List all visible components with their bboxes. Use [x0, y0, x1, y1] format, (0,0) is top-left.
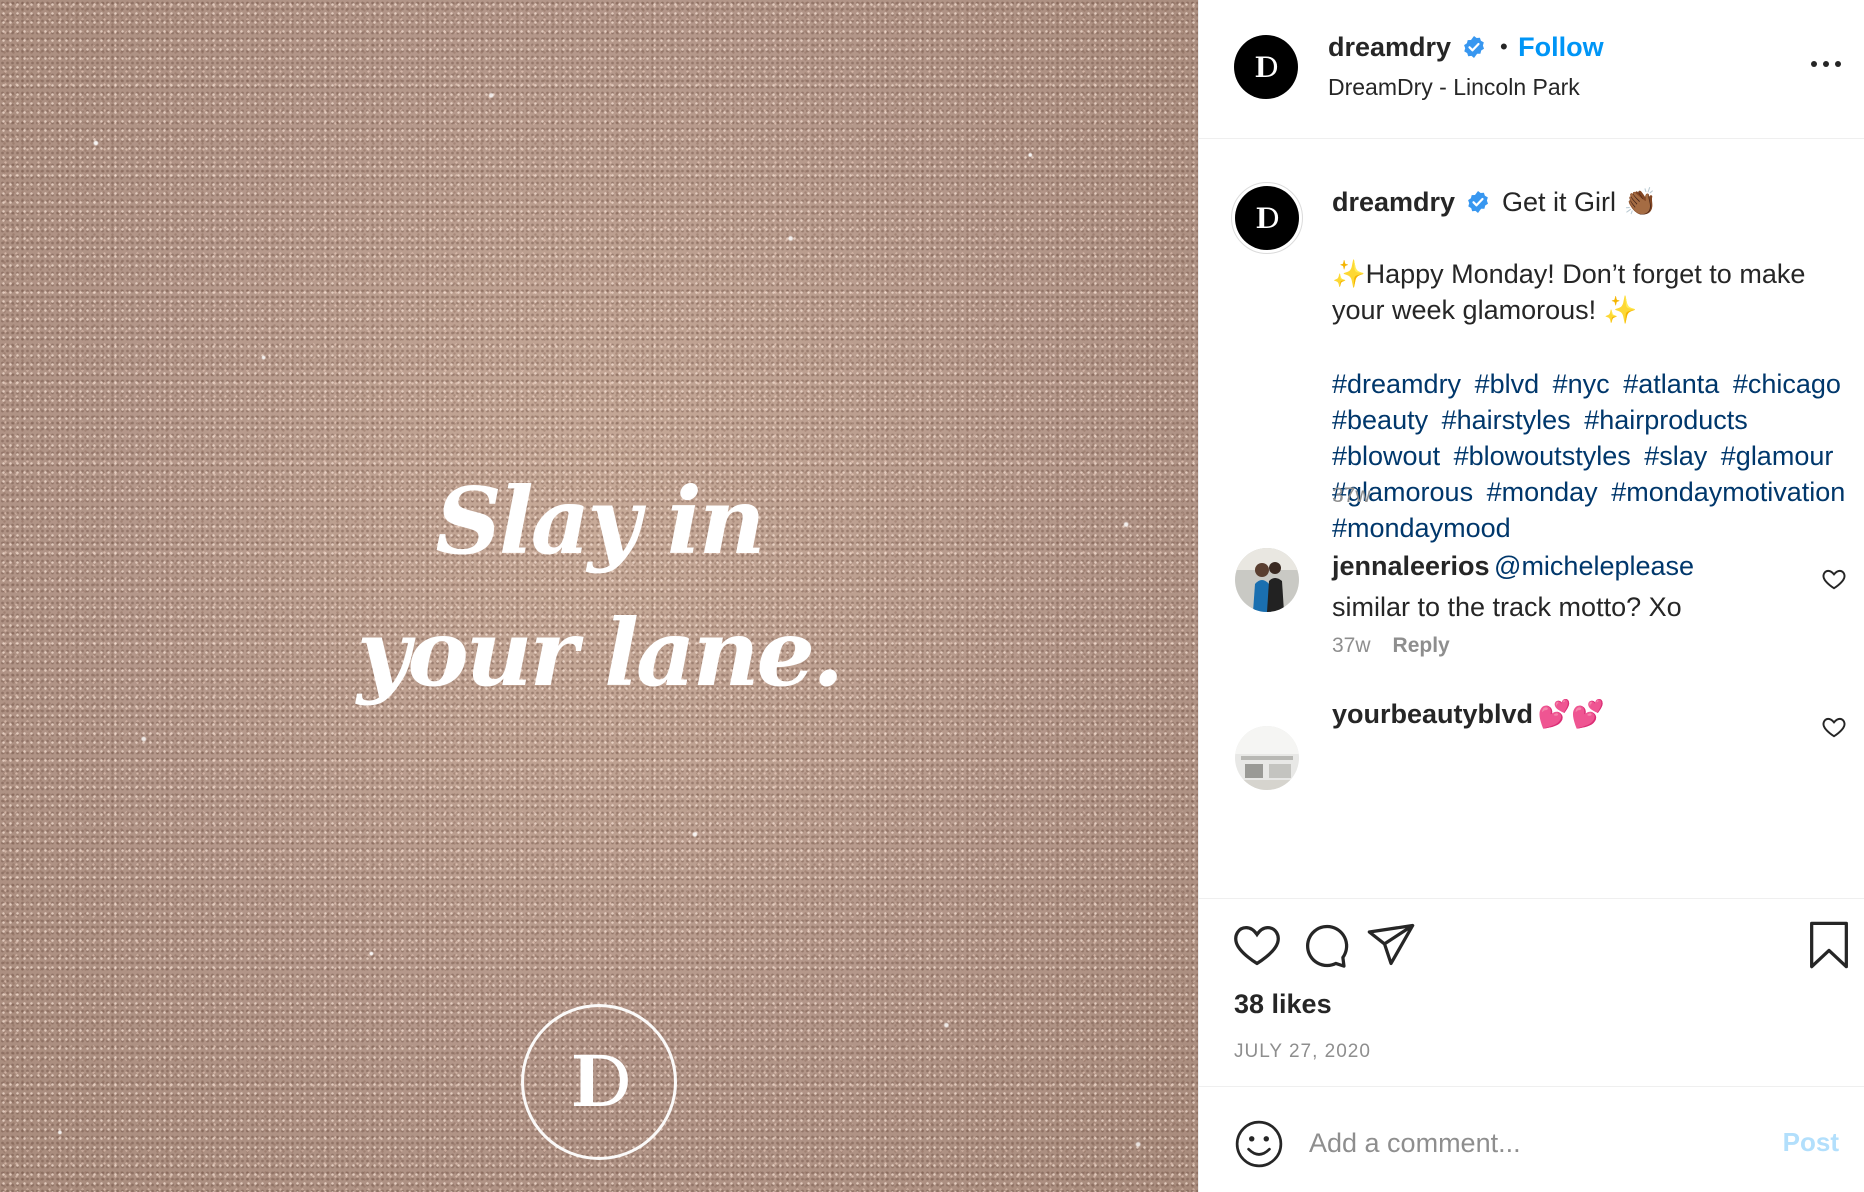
- heart-icon[interactable]: [1231, 919, 1283, 971]
- verified-badge-icon: [1467, 191, 1488, 213]
- post-side-panel: ID dreamdry • Follow DreamDry - Lincoln …: [1198, 0, 1864, 1192]
- hashtag-link[interactable]: #chicago: [1733, 369, 1841, 399]
- image-slogan: Slay in your lane.: [0, 455, 1198, 719]
- hashtag-link[interactable]: #slay: [1644, 441, 1707, 471]
- comment-1-body: jennaleerios @micheleplease similar to t…: [1332, 548, 1832, 625]
- caption-text: Happy Monday! Don’t forget to make your …: [1332, 259, 1806, 325]
- share-icon[interactable]: [1365, 919, 1417, 971]
- hashtag-link[interactable]: #atlanta: [1623, 369, 1719, 399]
- hashtag-link[interactable]: #dreamdry: [1332, 369, 1461, 399]
- author-avatar[interactable]: ID: [1234, 35, 1298, 99]
- verified-badge-icon: [1463, 36, 1484, 58]
- comment-1-username[interactable]: jennaleerios: [1332, 551, 1490, 581]
- follow-button[interactable]: Follow: [1518, 32, 1603, 62]
- image-logo-mark: ID: [570, 1041, 632, 1123]
- emoji-icon[interactable]: [1234, 1119, 1284, 1169]
- caption-age[interactable]: 37w: [1332, 484, 1371, 508]
- comment-2-heart-icon[interactable]: [1821, 714, 1847, 740]
- hashtag-link[interactable]: #monday: [1487, 477, 1598, 507]
- comment-2-body: yourbeautyblvd 💕💕: [1332, 696, 1605, 737]
- bookmark-icon[interactable]: [1803, 919, 1855, 971]
- comment-1-age[interactable]: 37w: [1332, 634, 1371, 657]
- post-view: Slay in your lane. ID ID dreamdry • Foll…: [0, 0, 1864, 1192]
- hashtag-link[interactable]: #blvd: [1475, 369, 1540, 399]
- comments-section: ID dreamdry Get it Girl 👏🏾 ✨Happy Monday…: [1199, 140, 1864, 898]
- post-comment-button[interactable]: Post: [1783, 1127, 1839, 1158]
- comment-input[interactable]: [1309, 1117, 1749, 1169]
- hashtag-link[interactable]: #blowout: [1332, 441, 1440, 471]
- comment-1-text: similar to the track motto? Xo: [1332, 592, 1682, 622]
- caption-avatar-mark: ID: [1255, 201, 1279, 235]
- sparkle-emoji-left: ✨: [1332, 259, 1366, 289]
- add-comment-bar: Post: [1199, 1086, 1864, 1192]
- caption-hashtags: #dreamdry #blvd #nyc #atlanta #chicago #…: [1332, 366, 1862, 546]
- comment-1-reply-button[interactable]: Reply: [1393, 634, 1450, 657]
- author-username[interactable]: dreamdry: [1328, 32, 1451, 62]
- post-header: ID dreamdry • Follow DreamDry - Lincoln …: [1199, 0, 1864, 139]
- comment-icon[interactable]: [1299, 919, 1351, 971]
- commenter-avatar-2[interactable]: [1235, 726, 1299, 790]
- slogan-line-2: your lane.: [356, 599, 844, 707]
- caption-body: ✨Happy Monday! Don’t forget to make your…: [1332, 256, 1852, 328]
- post-actions: 38 likes JULY 27, 2020: [1199, 898, 1864, 1086]
- comment-2-username[interactable]: yourbeautyblvd: [1332, 699, 1533, 729]
- caption-username[interactable]: dreamdry: [1332, 187, 1455, 217]
- hashtag-link[interactable]: #hairproducts: [1584, 405, 1748, 435]
- post-image[interactable]: Slay in your lane. ID: [0, 0, 1198, 1192]
- more-options-icon[interactable]: [1811, 54, 1841, 74]
- hashtag-link[interactable]: #nyc: [1553, 369, 1610, 399]
- hashtag-link[interactable]: #blowoutstyles: [1454, 441, 1631, 471]
- hashtag-link[interactable]: #hairstyles: [1442, 405, 1571, 435]
- likes-count[interactable]: 38 likes: [1234, 989, 1332, 1020]
- caption-headline: Get it Girl 👏🏾: [1501, 187, 1658, 217]
- sparkle-emoji-right: ✨: [1603, 295, 1638, 325]
- hashtag-link[interactable]: #mondaymood: [1332, 513, 1511, 543]
- comment-1-meta: 37w Reply: [1332, 634, 1450, 658]
- caption-title-row: dreamdry Get it Girl 👏🏾: [1332, 186, 1657, 218]
- header-separator: •: [1499, 34, 1508, 59]
- comment-2-text: 💕💕: [1537, 699, 1605, 729]
- slogan-line-1: Slay in: [435, 467, 765, 575]
- hashtag-link[interactable]: #glamour: [1721, 441, 1834, 471]
- hashtag-link[interactable]: #mondaymotivation: [1611, 477, 1845, 507]
- avatar-mark: ID: [1254, 50, 1278, 84]
- hashtag-link[interactable]: #beauty: [1332, 405, 1428, 435]
- caption-avatar[interactable]: ID: [1235, 186, 1299, 250]
- commenter-avatar-1[interactable]: [1235, 548, 1299, 612]
- comment-1-heart-icon[interactable]: [1821, 566, 1847, 592]
- header-title-row: dreamdry • Follow: [1328, 32, 1604, 63]
- comment-1-mention[interactable]: @micheleplease: [1494, 551, 1694, 581]
- image-brand-logo: ID: [521, 1004, 677, 1160]
- post-date[interactable]: JULY 27, 2020: [1234, 1041, 1371, 1063]
- post-location[interactable]: DreamDry - Lincoln Park: [1328, 74, 1580, 101]
